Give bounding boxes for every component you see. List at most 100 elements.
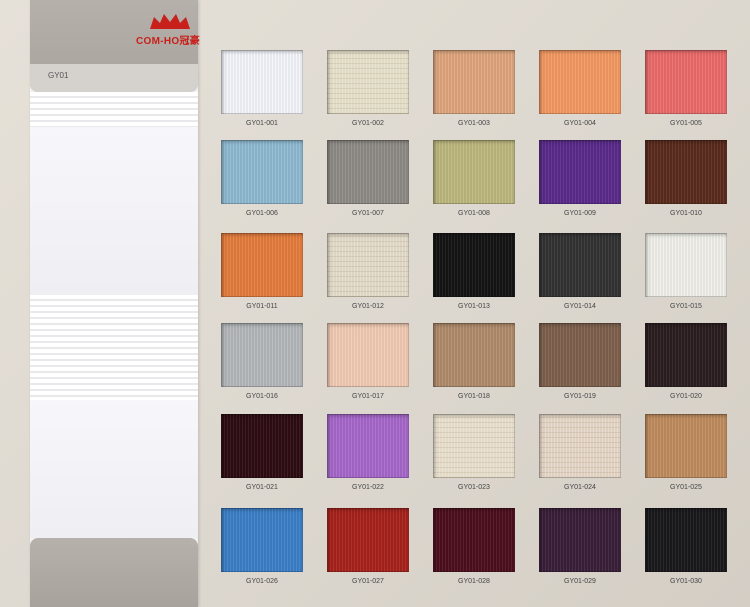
swatch-code-label: GY01-014 [564,303,596,310]
swatch-cell: GY01-010 [645,140,727,217]
swatch-code-label: GY01-008 [458,210,490,217]
swatch-cell: GY01-003 [433,50,515,127]
color-swatch [539,414,621,478]
strip-footer-card [30,538,198,607]
swatch-code-label: GY01-021 [246,484,278,491]
swatch-code-label: GY01-007 [352,210,384,217]
swatch-code-label: GY01-023 [458,484,490,491]
color-swatch [327,414,409,478]
swatch-cell: GY01-014 [539,233,621,310]
swatch-code-label: GY01-019 [564,393,596,400]
swatch-code-label: GY01-022 [352,484,384,491]
swatch-code-label: GY01-027 [352,578,384,585]
fabric-sample-strip: COM-HO冠豪 GY01 [30,0,201,607]
swatch-cell: GY01-027 [327,508,409,585]
swatch-code-label: GY01-020 [670,393,702,400]
swatch-code-label: GY01-016 [246,393,278,400]
swatch-code-label: GY01-012 [352,303,384,310]
swatch-code-label: GY01-017 [352,393,384,400]
color-swatch [433,140,515,204]
swatch-code-label: GY01-028 [458,578,490,585]
swatch-cell: GY01-026 [221,508,303,585]
color-swatch [221,508,303,572]
color-swatch [645,50,727,114]
swatch-code-label: GY01-030 [670,578,702,585]
brand-crown-icon [150,14,190,29]
swatch-code-label: GY01-010 [670,210,702,217]
swatch-cell: GY01-023 [433,414,515,491]
color-swatch [327,140,409,204]
swatch-code-label: GY01-001 [246,120,278,127]
color-swatch [221,140,303,204]
color-swatch [433,233,515,297]
strip-code-label: GY01 [48,71,69,80]
color-swatch [645,414,727,478]
swatch-cell: GY01-012 [327,233,409,310]
swatch-code-label: GY01-026 [246,578,278,585]
swatch-cell: GY01-002 [327,50,409,127]
color-swatch [433,323,515,387]
swatch-cell: GY01-029 [539,508,621,585]
color-swatch [327,233,409,297]
swatch-cell: GY01-007 [327,140,409,217]
color-swatch [539,140,621,204]
swatch-code-label: GY01-009 [564,210,596,217]
color-swatch [221,414,303,478]
color-swatch [221,323,303,387]
color-swatch-board: COM-HO冠豪 GY01 GY01-001 GY01-002 GY01-003 GY… [0,0,750,607]
color-swatch [645,140,727,204]
swatch-cell: GY01-011 [221,233,303,310]
swatch-code-label: GY01-006 [246,210,278,217]
swatch-code-label: GY01-015 [670,303,702,310]
swatch-cell: GY01-021 [221,414,303,491]
swatch-code-label: GY01-011 [246,303,278,310]
swatch-code-label: GY01-029 [564,578,596,585]
color-swatch [645,508,727,572]
color-swatch [433,508,515,572]
swatch-cell: GY01-008 [433,140,515,217]
swatch-code-label: GY01-004 [564,120,596,127]
swatch-cell: GY01-022 [327,414,409,491]
swatch-cell: GY01-006 [221,140,303,217]
color-swatch [221,50,303,114]
swatch-cell: GY01-030 [645,508,727,585]
swatch-code-label: GY01-024 [564,484,596,491]
swatch-cell: GY01-028 [433,508,515,585]
swatch-cell: GY01-009 [539,140,621,217]
swatch-code-label: GY01-002 [352,120,384,127]
swatch-code-label: GY01-013 [458,303,490,310]
swatch-code-label: GY01-003 [458,120,490,127]
solid-band [30,400,198,538]
color-swatch [539,233,621,297]
swatch-cell: GY01-024 [539,414,621,491]
color-swatch [539,323,621,387]
sheer-band [30,295,198,400]
color-swatch [539,50,621,114]
sheer-band [30,92,198,127]
swatch-cell: GY01-016 [221,323,303,400]
strip-header-card: COM-HO冠豪 GY01 [30,0,201,92]
color-swatch [327,323,409,387]
swatch-code-label: GY01-005 [670,120,702,127]
color-swatch [221,233,303,297]
color-swatch [539,508,621,572]
swatch-code-label: GY01-018 [458,393,490,400]
color-swatch [327,508,409,572]
swatch-code-label: GY01-025 [670,484,702,491]
brand-logo-text: COM-HO冠豪 [136,36,201,47]
color-swatch [645,323,727,387]
swatch-cell: GY01-001 [221,50,303,127]
swatch-cell: GY01-015 [645,233,727,310]
swatch-cell: GY01-019 [539,323,621,400]
solid-band [30,127,198,295]
swatch-cell: GY01-004 [539,50,621,127]
swatch-cell: GY01-018 [433,323,515,400]
color-swatch [645,233,727,297]
color-swatch [327,50,409,114]
swatch-cell: GY01-013 [433,233,515,310]
swatch-cell: GY01-025 [645,414,727,491]
color-swatch [433,50,515,114]
swatch-cell: GY01-020 [645,323,727,400]
color-swatch [433,414,515,478]
swatch-cell: GY01-017 [327,323,409,400]
